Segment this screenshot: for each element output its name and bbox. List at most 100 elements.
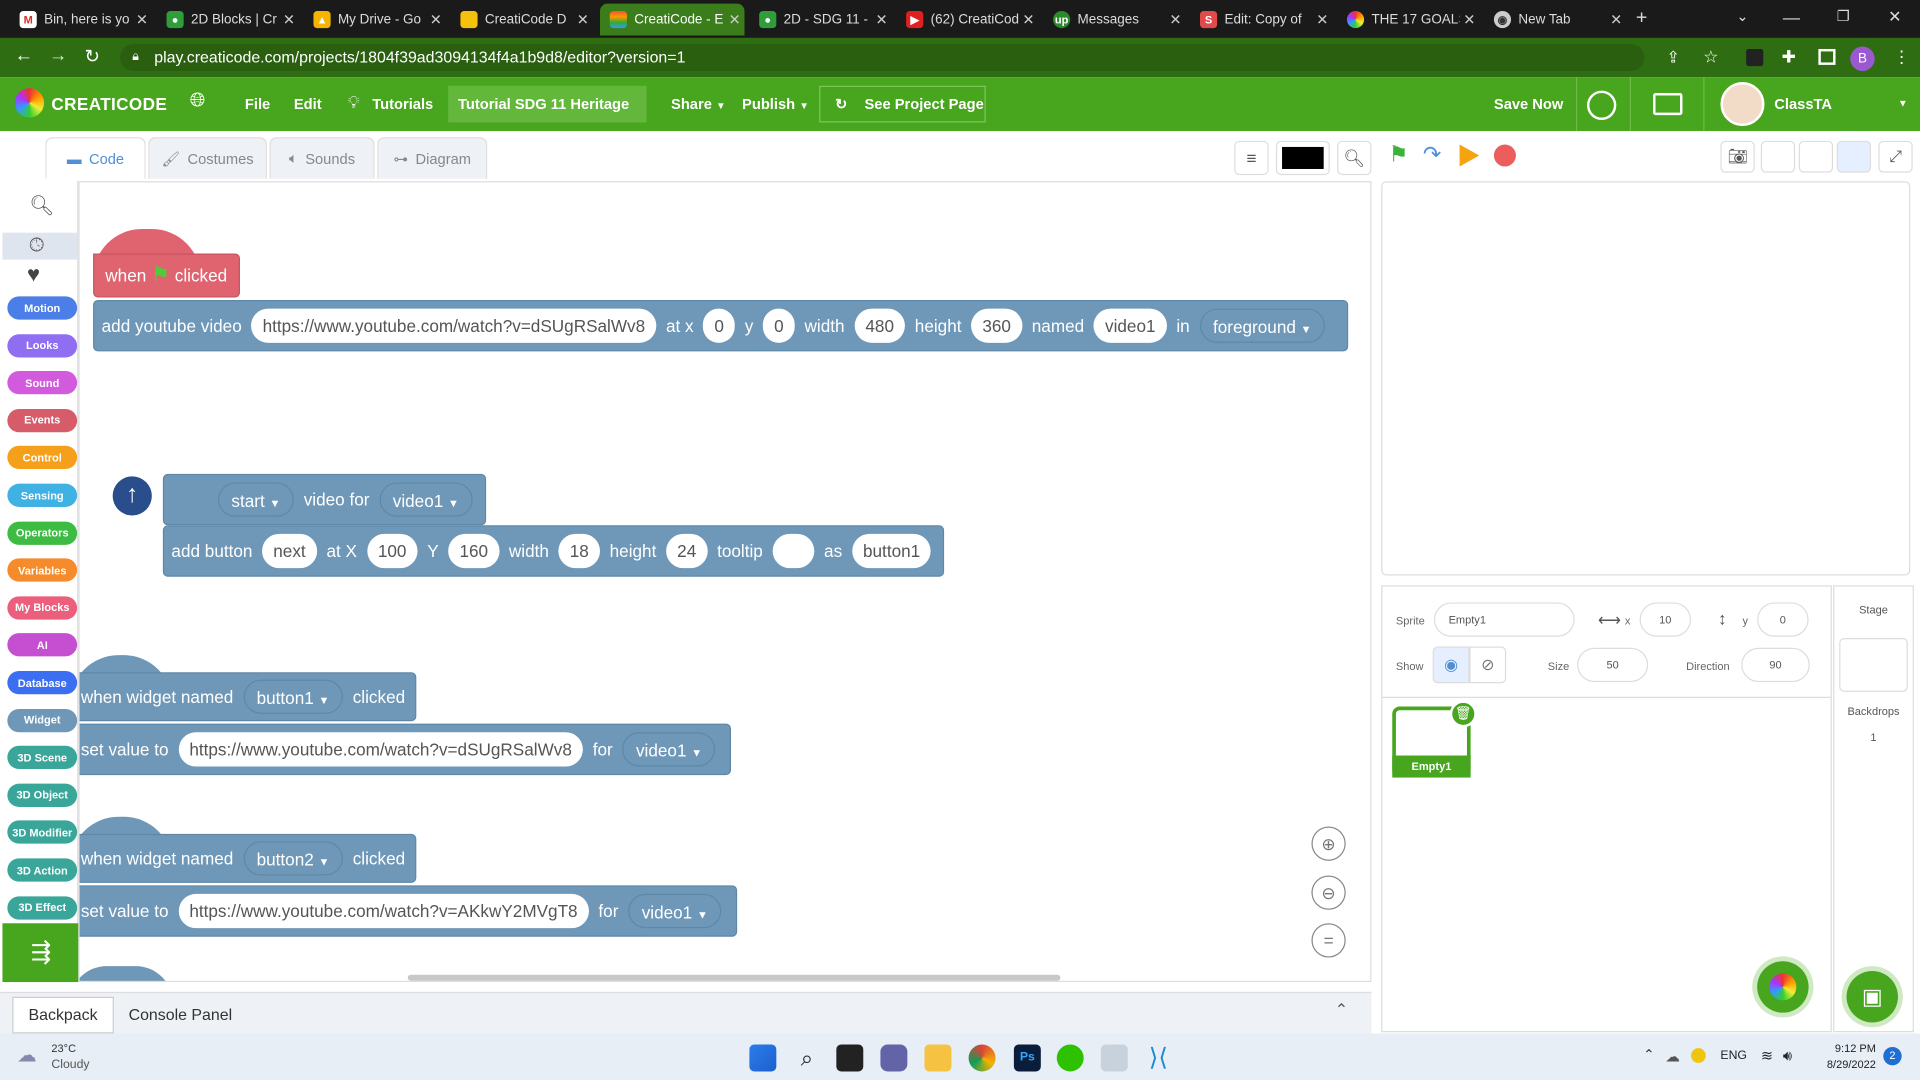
globe-icon[interactable]: 🌐︎ <box>190 91 206 113</box>
url-input[interactable]: https://www.youtube.com/watch?v=AKkwY2MV… <box>178 893 589 929</box>
stop-icon[interactable] <box>1493 144 1516 167</box>
category-3d-object[interactable]: 3D Object <box>7 783 78 807</box>
close-icon[interactable]: ✕ <box>573 11 593 28</box>
tab-diagram[interactable]: ⊶ Diagram <box>377 137 488 179</box>
sprite-size-input[interactable]: 50 <box>1577 647 1649 683</box>
width-input[interactable]: 18 <box>558 533 600 569</box>
search-icon[interactable]: ⌕ <box>793 1044 820 1071</box>
add-backdrop-icon[interactable]: ▣ <box>1846 971 1898 1023</box>
add-youtube-video-block[interactable]: add youtube video https://www.youtube.co… <box>93 300 1349 352</box>
onedrive-icon[interactable]: ☁ <box>1665 1048 1680 1065</box>
url-input[interactable]: https://www.youtube.com/watch?v=dSUgRSal… <box>251 308 657 343</box>
close-icon[interactable]: ✕ <box>1019 11 1039 28</box>
remote-desktop-icon[interactable] <box>1100 1044 1128 1072</box>
tab-costumes[interactable]: 🖌︎ Costumes <box>148 137 267 179</box>
forward-icon[interactable]: → <box>49 45 67 66</box>
hide-eye-icon[interactable]: ⊘ <box>1469 646 1507 684</box>
name-input[interactable]: video1 <box>1093 308 1167 343</box>
when-flag-clicked-block[interactable]: when ⚑ clicked <box>93 253 240 298</box>
creaticode-logo-icon[interactable] <box>14 88 45 118</box>
file-menu[interactable]: File <box>245 77 270 131</box>
new-tab-icon[interactable]: + <box>1636 7 1647 29</box>
category-3d-modifier[interactable]: 3D Modifier <box>7 820 78 845</box>
category-my-blocks[interactable]: My Blocks <box>7 596 78 620</box>
wide-stage-icon[interactable] <box>1836 140 1872 173</box>
compass-icon[interactable] <box>1586 90 1617 121</box>
window-close-icon[interactable]: ✕ <box>1888 7 1901 27</box>
when-widget-clicked-block[interactable]: when widget named button1 ▼ clicked <box>79 672 417 722</box>
notification-badge[interactable]: 2 <box>1883 1046 1902 1066</box>
fullscreen-icon[interactable]: ⤢ <box>1878 140 1913 173</box>
back-icon[interactable]: ← <box>15 45 33 66</box>
stage-canvas[interactable] <box>1381 181 1911 576</box>
video-target-dropdown[interactable]: video1 ▼ <box>622 732 716 767</box>
browser-tab[interactable]: THE 17 GOALS ✕ <box>1337 4 1479 36</box>
video-target-dropdown[interactable]: video1 ▼ <box>379 482 473 517</box>
url-input[interactable]: https://www.youtube.com/watch?v=dSUgRSal… <box>178 732 583 767</box>
up-arrow-icon[interactable]: ↑ <box>112 476 152 516</box>
color-swatch-button[interactable] <box>1275 140 1330 176</box>
puzzle-icon[interactable]: ✚ <box>1782 47 1796 68</box>
sidepanel-icon[interactable] <box>1818 48 1836 65</box>
wechat-icon[interactable] <box>1056 1044 1084 1072</box>
category-looks[interactable]: Looks <box>7 333 78 358</box>
category-motion[interactable]: Motion <box>7 296 78 320</box>
code-workspace[interactable]: when ⚑ clicked add youtube video https:/… <box>78 181 1372 983</box>
y-input[interactable]: 160 <box>448 533 500 569</box>
zoom-reset-icon[interactable]: = <box>1311 923 1346 958</box>
sprite-direction-input[interactable]: 90 <box>1741 647 1810 683</box>
set-value-block[interactable]: set value to https://www.youtube.com/wat… <box>79 723 732 776</box>
camera-icon[interactable]: 📷︎ <box>1720 140 1755 173</box>
category-sensing[interactable]: Sensing <box>7 483 78 507</box>
vscode-icon[interactable]: ⟩⟨ <box>1145 1044 1172 1071</box>
browser-tab[interactable]: ● 2D Blocks | Cr ✕ <box>157 4 299 36</box>
photoshop-icon[interactable]: Ps <box>1013 1044 1041 1072</box>
horizontal-scrollbar[interactable] <box>407 974 1061 981</box>
sprite-name-input[interactable]: Empty1 <box>1433 602 1575 637</box>
height-input[interactable]: 360 <box>971 308 1022 343</box>
category-variables[interactable]: Variables <box>7 558 78 582</box>
palette-search-icon[interactable]: 🔍︎ <box>29 193 54 217</box>
tray-app-icon[interactable] <box>1691 1048 1706 1063</box>
action-dropdown[interactable]: start ▼ <box>217 482 294 517</box>
chevron-down-icon[interactable]: ⌄ <box>1736 7 1748 24</box>
button-text-input[interactable]: next <box>262 533 317 569</box>
url-field[interactable]: 🔒︎ play.creaticode.com/projects/1804f39a… <box>120 44 1645 72</box>
close-icon[interactable]: ✕ <box>872 11 892 28</box>
close-icon[interactable]: ✕ <box>426 11 446 28</box>
add-button-block[interactable]: add button next at X 100 Y 160 width 18 … <box>162 525 945 577</box>
clock-time[interactable]: 9:12 PM <box>1815 1042 1876 1054</box>
close-icon[interactable]: ✕ <box>1607 11 1627 28</box>
edit-menu[interactable]: Edit <box>294 77 322 131</box>
logo-text[interactable]: CREATICODE <box>51 77 167 131</box>
x-input[interactable]: 0 <box>703 308 735 343</box>
align-icon[interactable]: ≡ <box>1234 140 1269 176</box>
normal-stage-icon[interactable] <box>1798 140 1834 173</box>
teams-icon[interactable] <box>880 1044 908 1072</box>
file-explorer-icon[interactable] <box>924 1044 952 1072</box>
video-target-dropdown[interactable]: video1 ▼ <box>628 893 722 929</box>
user-name[interactable]: ClassTA <box>1774 77 1832 131</box>
category-sound[interactable]: Sound <box>7 371 78 395</box>
search-icon[interactable]: 🔍︎ <box>1337 140 1372 176</box>
redo-icon[interactable]: ↷ <box>1423 142 1441 168</box>
console-panel-tab[interactable]: Console Panel <box>129 1005 233 1023</box>
add-extension-button[interactable]: ⇶ <box>2 923 80 983</box>
widget-dropdown[interactable]: button1 ▼ <box>243 679 343 714</box>
browser-tab[interactable]: up Messages ✕ <box>1043 4 1185 36</box>
close-icon[interactable]: ✕ <box>1313 11 1333 28</box>
close-icon[interactable]: ✕ <box>1460 11 1480 28</box>
close-icon[interactable]: ✕ <box>132 11 152 28</box>
y-input[interactable]: 0 <box>763 308 795 343</box>
zoom-in-icon[interactable]: ⊕ <box>1311 826 1346 861</box>
kebab-menu-icon[interactable]: ⋮ <box>1893 47 1910 68</box>
extension-xr-icon[interactable] <box>1746 48 1764 67</box>
browser-tab[interactable]: ▲ My Drive - Go ✕ <box>304 4 446 36</box>
tab-sounds[interactable]: 🔈︎ Sounds <box>269 137 375 179</box>
browser-tab[interactable]: S Edit: Copy of ✕ <box>1190 4 1332 36</box>
set-value-block[interactable]: set value to https://www.youtube.com/wat… <box>79 885 738 937</box>
star-icon[interactable]: ☆ <box>1703 47 1718 68</box>
category-3d-action[interactable]: 3D Action <box>7 858 78 882</box>
zoom-out-icon[interactable]: ⊖ <box>1311 875 1346 910</box>
chevron-up-icon[interactable]: ⌃ <box>1335 1000 1348 1020</box>
